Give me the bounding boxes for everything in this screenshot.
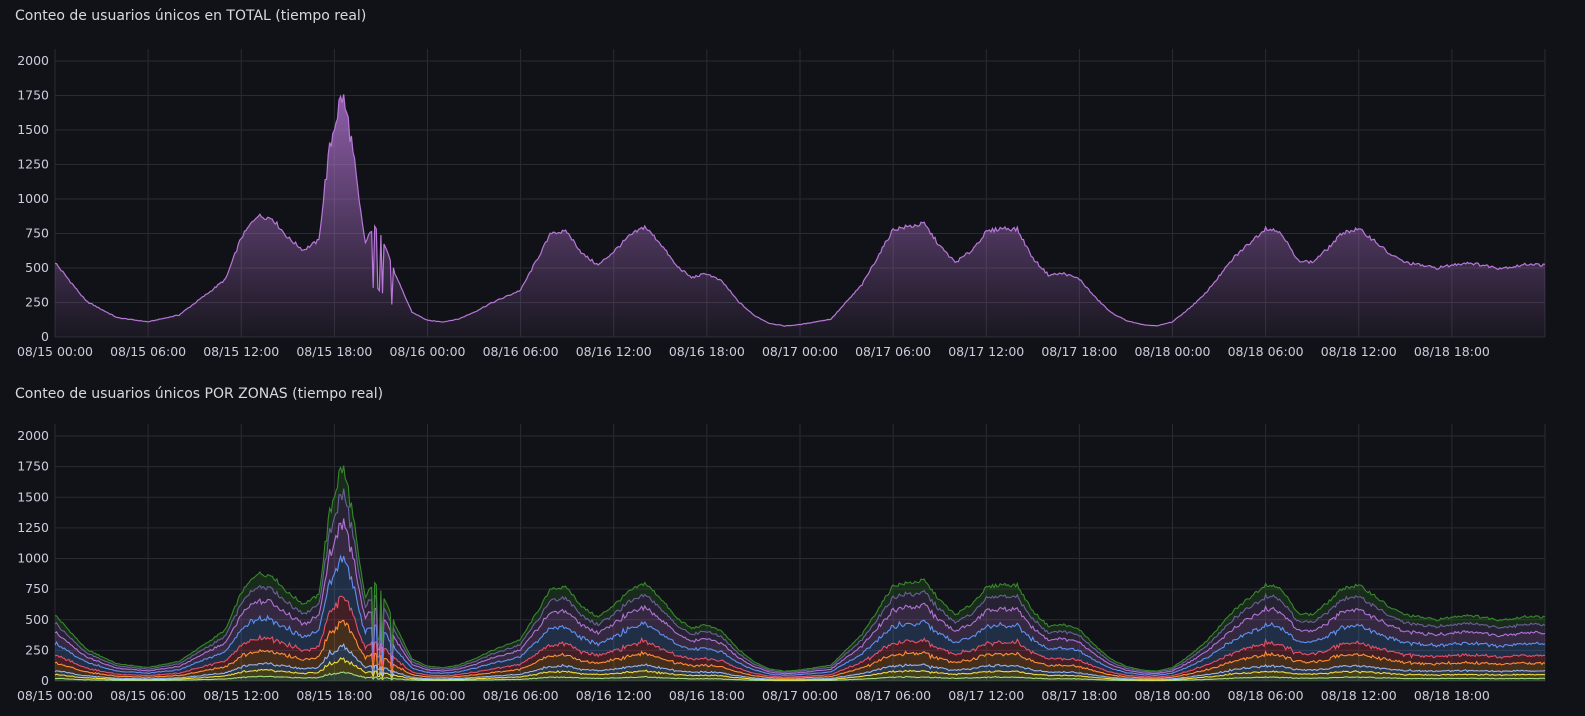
zones-xtick-label: 08/15 12:00 [203, 688, 279, 703]
chart-total-users: 0 250 500 750 1000 1250 1500 1750 2000 08/15 00:0… [17, 49, 1546, 359]
total-xtick-label: 08/18 00:00 [1134, 344, 1210, 359]
zones-xtick-label: 08/16 06:00 [483, 688, 559, 703]
zones-xtick-label: 08/16 00:00 [389, 688, 465, 703]
zones-xtick-label: 08/17 12:00 [948, 688, 1024, 703]
zones-xtick-label: 08/15 18:00 [296, 688, 372, 703]
zones-ytick-label: 2000 [17, 428, 49, 443]
panel-users-by-zone[interactable]: Conteo de usuarios únicos POR ZONAS (tie… [0, 378, 1585, 716]
zones-xtick-label: 08/16 12:00 [576, 688, 652, 703]
zones-ytick-label: 1000 [17, 551, 49, 566]
zones-ytick-label: 500 [25, 612, 49, 627]
total-xtick-label: 08/16 18:00 [669, 344, 745, 359]
zones-xtick-label: 08/18 18:00 [1414, 688, 1490, 703]
zones-ytick-label: 1500 [17, 489, 49, 504]
zones-xtick-label: 08/17 00:00 [762, 688, 838, 703]
total-xtick-label: 08/18 12:00 [1321, 344, 1397, 359]
total-xtick-label: 08/17 12:00 [948, 344, 1024, 359]
total-xtick-label: 08/18 06:00 [1228, 344, 1304, 359]
zones-xtick-label: 08/15 06:00 [110, 688, 186, 703]
zones-xtick-label: 08/17 06:00 [855, 688, 931, 703]
zones-xtick-label: 08/16 18:00 [669, 688, 745, 703]
zones-xtick-label: 08/17 18:00 [1041, 688, 1117, 703]
zones-ytick-label: 750 [25, 581, 49, 596]
total-ytick-label: 750 [25, 226, 49, 241]
total-xtick-label: 08/15 12:00 [203, 344, 279, 359]
zones-ytick-label: 0 [41, 673, 49, 688]
total-xtick-label: 08/17 00:00 [762, 344, 838, 359]
total-xtick-label: 08/18 18:00 [1414, 344, 1490, 359]
total-ytick-label: 1000 [17, 191, 49, 206]
zones-ytick-label: 250 [25, 642, 49, 657]
total-xtick-label: 08/15 00:00 [17, 344, 93, 359]
total-xtick-label: 08/15 06:00 [110, 344, 186, 359]
total-xtick-label: 08/16 12:00 [576, 344, 652, 359]
zones-xtick-label: 08/18 12:00 [1321, 688, 1397, 703]
total-ytick-label: 0 [41, 329, 49, 344]
zones-xtick-label: 08/18 00:00 [1134, 688, 1210, 703]
zones-ytick-label: 1250 [17, 520, 49, 535]
total-ytick-label: 2000 [17, 53, 49, 68]
total-ytick-label: 250 [25, 295, 49, 310]
total-xtick-label: 08/17 18:00 [1041, 344, 1117, 359]
total-ytick-label: 1250 [17, 157, 49, 172]
zones-ytick-label: 1750 [17, 459, 49, 474]
panel-total-users[interactable]: Conteo de usuarios únicos en TOTAL (tiem… [0, 0, 1585, 378]
total-ytick-label: 1500 [17, 122, 49, 137]
total-xtick-label: 08/16 00:00 [389, 344, 465, 359]
total-xtick-label: 08/15 18:00 [296, 344, 372, 359]
total-xtick-label: 08/16 06:00 [483, 344, 559, 359]
zones-xtick-label: 08/18 06:00 [1228, 688, 1304, 703]
chart-users-by-zone: 0 250 500 750 1000 1250 1500 1750 2000 08/15 00:0… [17, 424, 1546, 703]
total-xtick-label: 08/17 06:00 [855, 344, 931, 359]
total-ytick-label: 1750 [17, 88, 49, 103]
total-ytick-label: 500 [25, 260, 49, 275]
zones-xtick-label: 08/15 00:00 [17, 688, 93, 703]
